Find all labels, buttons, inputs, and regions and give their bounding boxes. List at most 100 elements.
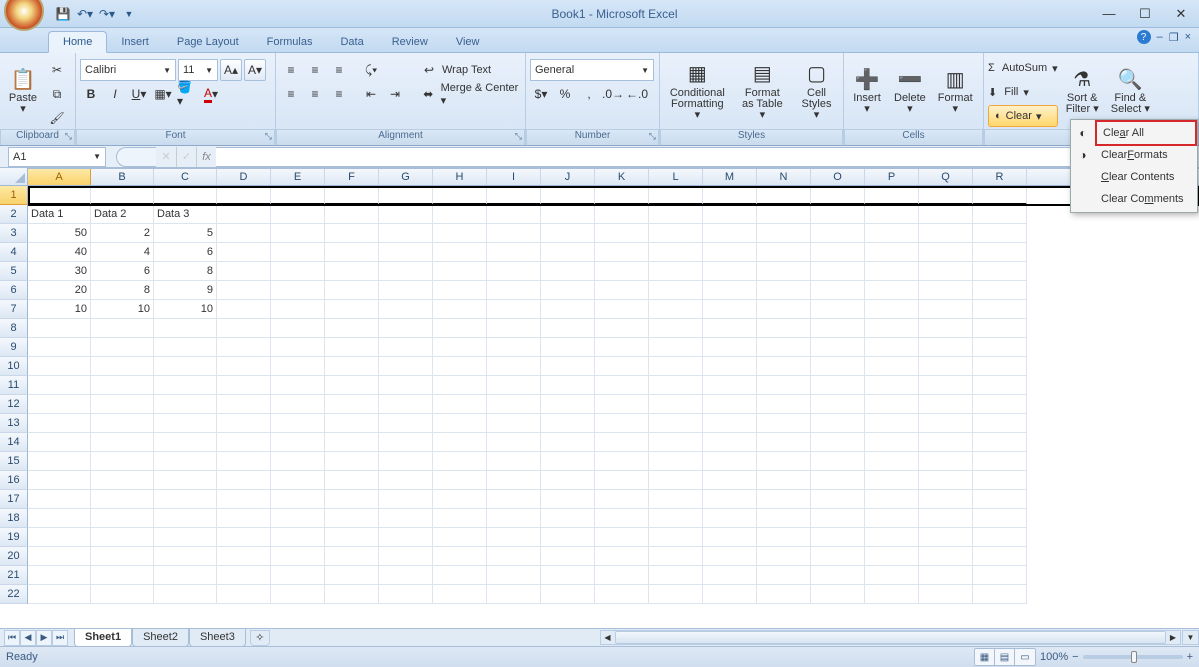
cell[interactable] bbox=[271, 452, 325, 471]
cell[interactable] bbox=[433, 566, 487, 585]
cell[interactable] bbox=[811, 414, 865, 433]
cell[interactable] bbox=[271, 338, 325, 357]
cell[interactable] bbox=[217, 186, 271, 205]
cell[interactable] bbox=[919, 566, 973, 585]
cell[interactable] bbox=[91, 585, 154, 604]
cell[interactable] bbox=[973, 509, 1027, 528]
cell[interactable] bbox=[379, 585, 433, 604]
cell[interactable] bbox=[595, 205, 649, 224]
cell[interactable] bbox=[433, 376, 487, 395]
cell[interactable] bbox=[271, 414, 325, 433]
cell[interactable] bbox=[865, 395, 919, 414]
align-right-button[interactable]: ≡ bbox=[328, 83, 350, 105]
align-top-button[interactable]: ≡ bbox=[280, 59, 302, 81]
cell[interactable] bbox=[811, 433, 865, 452]
cell[interactable] bbox=[757, 243, 811, 262]
cell[interactable] bbox=[973, 414, 1027, 433]
cell[interactable] bbox=[541, 433, 595, 452]
scroll-left-icon[interactable]: ◀ bbox=[601, 631, 615, 644]
cell[interactable] bbox=[379, 281, 433, 300]
cell[interactable] bbox=[703, 452, 757, 471]
cell[interactable] bbox=[703, 205, 757, 224]
cell[interactable] bbox=[271, 205, 325, 224]
cell[interactable] bbox=[433, 281, 487, 300]
zoom-out-button[interactable]: − bbox=[1072, 651, 1078, 663]
cell[interactable] bbox=[433, 205, 487, 224]
cell[interactable] bbox=[28, 509, 91, 528]
close-button[interactable]: ✕ bbox=[1163, 3, 1199, 25]
font-color-button[interactable]: A▾ bbox=[200, 83, 222, 105]
cell[interactable] bbox=[865, 357, 919, 376]
sheet-tab[interactable]: Sheet3 bbox=[189, 629, 246, 647]
cell[interactable] bbox=[919, 281, 973, 300]
cell[interactable] bbox=[487, 566, 541, 585]
accounting-button[interactable]: $▾ bbox=[530, 83, 552, 105]
cell[interactable] bbox=[433, 471, 487, 490]
cell[interactable] bbox=[649, 547, 703, 566]
cell[interactable] bbox=[973, 395, 1027, 414]
cell[interactable] bbox=[973, 205, 1027, 224]
cell[interactable] bbox=[325, 490, 379, 509]
cell[interactable] bbox=[919, 414, 973, 433]
cell[interactable] bbox=[865, 300, 919, 319]
cell[interactable] bbox=[325, 376, 379, 395]
cell[interactable] bbox=[757, 357, 811, 376]
cell[interactable]: 8 bbox=[154, 262, 217, 281]
cell[interactable] bbox=[703, 281, 757, 300]
cell[interactable] bbox=[865, 281, 919, 300]
cell[interactable] bbox=[541, 376, 595, 395]
cell[interactable] bbox=[649, 224, 703, 243]
cell[interactable] bbox=[811, 490, 865, 509]
row-header[interactable]: 3 bbox=[0, 224, 28, 243]
cell[interactable] bbox=[487, 262, 541, 281]
cell[interactable] bbox=[541, 509, 595, 528]
cell[interactable] bbox=[541, 490, 595, 509]
cell[interactable] bbox=[703, 262, 757, 281]
cell[interactable] bbox=[217, 452, 271, 471]
save-icon[interactable]: 💾 bbox=[54, 5, 72, 23]
cell[interactable] bbox=[919, 433, 973, 452]
cell[interactable] bbox=[703, 319, 757, 338]
cell[interactable] bbox=[919, 338, 973, 357]
orientation-button[interactable]: ⤹▾ bbox=[360, 59, 382, 81]
cell[interactable]: 30 bbox=[28, 262, 91, 281]
cell[interactable] bbox=[811, 338, 865, 357]
cell[interactable]: 5 bbox=[154, 224, 217, 243]
cell[interactable] bbox=[325, 186, 379, 205]
cell[interactable] bbox=[595, 490, 649, 509]
cell[interactable] bbox=[154, 319, 217, 338]
cell[interactable] bbox=[217, 281, 271, 300]
cell[interactable] bbox=[379, 433, 433, 452]
cell[interactable] bbox=[379, 319, 433, 338]
cell[interactable] bbox=[487, 186, 541, 205]
cell[interactable] bbox=[757, 395, 811, 414]
autosum-button[interactable]: Σ AutoSum ▾ bbox=[988, 57, 1058, 79]
cell[interactable]: 50 bbox=[28, 224, 91, 243]
cell[interactable] bbox=[379, 376, 433, 395]
cell[interactable] bbox=[811, 395, 865, 414]
cell[interactable] bbox=[595, 357, 649, 376]
redo-icon[interactable]: ↷▾ bbox=[98, 5, 116, 23]
cell[interactable] bbox=[379, 528, 433, 547]
cell[interactable] bbox=[433, 262, 487, 281]
cell[interactable] bbox=[28, 528, 91, 547]
horizontal-scrollbar[interactable]: ◀ ▶ bbox=[600, 630, 1182, 645]
cell[interactable] bbox=[28, 547, 91, 566]
cell[interactable] bbox=[811, 186, 865, 205]
cell[interactable] bbox=[811, 357, 865, 376]
insert-cells-button[interactable]: ➕Insert▾ bbox=[848, 55, 886, 127]
cell[interactable] bbox=[487, 224, 541, 243]
cell[interactable] bbox=[154, 186, 217, 205]
cell[interactable] bbox=[649, 186, 703, 205]
cell[interactable] bbox=[865, 319, 919, 338]
fill-color-button[interactable]: 🪣▾ bbox=[176, 83, 198, 105]
cell[interactable] bbox=[217, 547, 271, 566]
column-header[interactable]: I bbox=[487, 169, 541, 185]
cell[interactable]: Data 3 bbox=[154, 205, 217, 224]
cell[interactable] bbox=[757, 224, 811, 243]
cell[interactable] bbox=[271, 528, 325, 547]
cell[interactable] bbox=[487, 452, 541, 471]
cell[interactable] bbox=[433, 433, 487, 452]
cell[interactable] bbox=[28, 319, 91, 338]
cell[interactable] bbox=[703, 414, 757, 433]
